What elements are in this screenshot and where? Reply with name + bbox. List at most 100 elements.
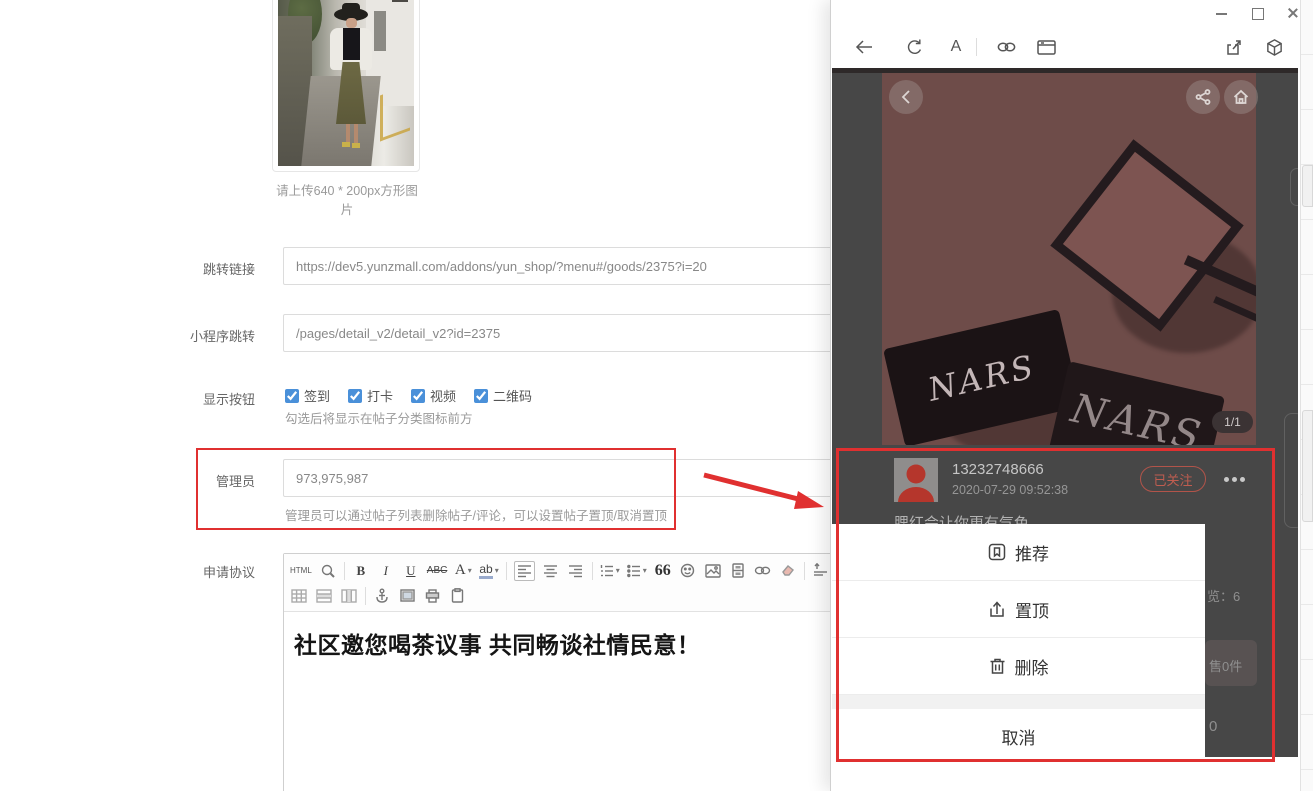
image-pager-badge: 1/1 [1212,411,1253,433]
follow-badge[interactable]: 已关注 [1140,466,1206,492]
avatar[interactable] [894,458,938,502]
highlight-icon[interactable]: ab▾ [479,561,498,581]
checkbox-punch-input[interactable] [348,389,362,403]
display-buttons-group: 签到 打卡 视频 二维码 [285,386,532,405]
anchor-icon[interactable] [373,586,391,606]
emoticon-icon[interactable] [679,561,697,581]
checkbox-checkin-label: 签到 [304,386,330,405]
miniprogram-jump-input[interactable] [283,314,845,352]
action-pin-top[interactable]: 置顶 [832,581,1205,638]
views-fragment: 览：6 [1207,586,1240,605]
align-right-icon[interactable] [567,561,585,581]
blush-compact-closed-2: NARS [1049,361,1225,445]
unordered-list-icon[interactable]: ▾ [627,561,647,581]
checkbox-video[interactable]: 视频 [411,386,456,405]
ordered-list-icon[interactable]: ▾ [600,561,620,581]
refresh-icon[interactable] [903,36,925,58]
italic-icon[interactable]: I [377,561,395,581]
action-delete-label: 删除 [1015,654,1049,679]
table-row-icon[interactable] [315,586,333,606]
underline-icon[interactable]: U [402,561,420,581]
upload-hint: 请上传640 * 200px方形图片 [272,180,422,218]
dimmed-widget [1290,168,1298,206]
action-delete[interactable]: 删除 [832,638,1205,695]
admin-label: 管理员 [60,471,255,490]
devtools-toolbar: A [831,26,1300,68]
image-frame-icon[interactable] [398,586,416,606]
screenshot-root: 请上传640 * 200px方形图片 跳转链接 小程序跳转 显示按钮 签到 打卡… [0,0,1313,791]
font-color-icon[interactable]: A▾ [454,561,472,581]
checkbox-qrcode-label: 二维码 [493,386,532,405]
indent-icon[interactable] [812,561,830,581]
share-icon[interactable] [1223,36,1245,58]
rich-text-editor[interactable]: HTML B I U ABC A▾ ab▾ [283,553,883,791]
back-button[interactable] [889,80,923,114]
action-cancel[interactable]: 取消 [832,709,1205,757]
back-icon[interactable] [853,36,875,58]
share-post-button[interactable] [1186,80,1220,114]
post-username[interactable]: 13232748666 [952,461,1044,478]
bold-icon[interactable]: B [352,561,370,581]
brand-logo: NARS [925,347,1040,409]
insert-link-icon[interactable] [754,561,772,581]
sold-fragment: 售0件 [1209,656,1242,675]
minimize-icon[interactable] [1215,6,1229,20]
paste-icon[interactable] [448,586,466,606]
checkbox-checkin-input[interactable] [285,389,299,403]
trash-icon [989,657,1006,675]
table-column-icon[interactable] [340,586,358,606]
insert-image-icon[interactable] [704,561,722,581]
insert-media-icon[interactable] [729,561,747,581]
window-tool-icon[interactable] [1035,36,1057,58]
action-cancel-label: 取消 [1002,724,1036,749]
maximize-icon[interactable] [1251,6,1265,20]
photo-window-2 [374,11,386,51]
agreement-heading: 社区邀您喝茶议事 共同畅谈社情民意！ [294,626,872,660]
photo-window [392,0,408,2]
admin-hint: 管理员可以通过帖子列表删除帖子/评论，可以设置帖子置顶/取消置顶 [285,505,667,524]
jump-link-label: 跳转链接 [60,259,255,278]
more-icon[interactable] [1224,477,1229,482]
action-recommend[interactable]: 推荐 [832,524,1205,581]
checkbox-punch[interactable]: 打卡 [348,386,393,405]
html-source-icon[interactable]: HTML [290,561,312,581]
checkbox-video-input[interactable] [411,389,425,403]
align-left-icon[interactable] [514,561,535,581]
blockquote-icon[interactable]: 66 [654,561,672,581]
agreement-label: 申请协议 [60,562,255,581]
pin-top-icon [988,600,1006,618]
package-icon[interactable] [1263,36,1285,58]
align-center-icon[interactable] [542,561,560,581]
right-panel-button-2[interactable] [1302,410,1313,522]
link-tool-icon[interactable] [995,36,1017,58]
close-icon[interactable] [1286,6,1300,20]
post-date: 2020-07-29 09:52:38 [952,483,1068,497]
post-image[interactable]: NARS NARS [882,73,1256,445]
upload-image-card[interactable] [272,0,420,172]
editor-toolbar: HTML B I U ABC A▾ ab▾ [284,554,882,612]
photo-person [328,8,374,158]
display-buttons-label: 显示按钮 [60,389,255,408]
checkbox-video-label: 视频 [430,386,456,405]
home-button[interactable] [1224,80,1258,114]
right-panel-button[interactable] [1302,165,1313,207]
strikethrough-icon[interactable]: ABC [427,561,448,581]
font-tool-icon[interactable]: A [945,36,967,58]
checkbox-qrcode-input[interactable] [474,389,488,403]
devtools-window: A NARS [830,0,1300,791]
jump-link-input[interactable] [283,247,845,285]
action-pin-top-label: 置顶 [1015,597,1049,622]
preview-icon[interactable] [319,561,337,581]
print-icon[interactable] [423,586,441,606]
display-buttons-hint: 勾选后将显示在帖子分类图标前方 [285,408,473,427]
insert-table-icon[interactable] [290,586,308,606]
remove-format-icon[interactable] [779,561,797,581]
devtools-titlebar [831,0,1300,26]
action-recommend-label: 推荐 [1015,540,1049,565]
editor-content[interactable]: 社区邀您喝茶议事 共同畅谈社情民意！ [284,612,882,674]
dimmed-widget-2 [1284,413,1298,528]
admin-input[interactable] [283,459,845,497]
checkbox-checkin[interactable]: 签到 [285,386,330,405]
checkbox-qrcode[interactable]: 二维码 [474,386,532,405]
right-edge-panel [1300,0,1313,791]
